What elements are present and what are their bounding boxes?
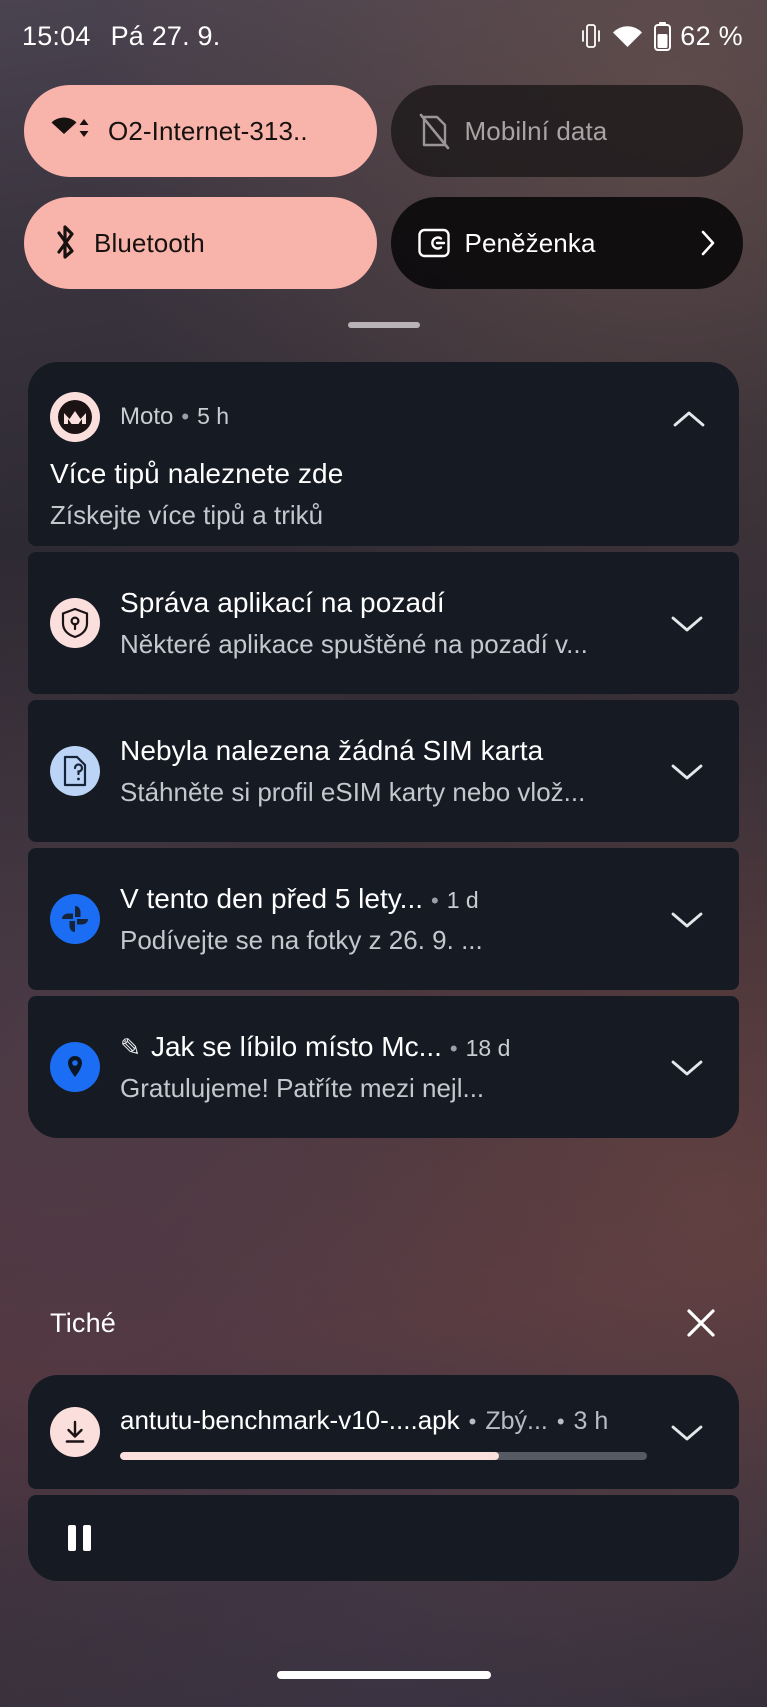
notification-text: Některé aplikace spuštěné na pozadí v...	[120, 628, 588, 659]
notification-title: Více tipů naleznete zde	[50, 458, 344, 489]
battery-percent: 62 %	[680, 20, 743, 51]
qs-tile-wifi[interactable]: O2-Internet-313..	[24, 85, 377, 177]
notification-background-apps[interactable]: Správa aplikací na pozadí Některé aplika…	[28, 552, 739, 694]
download-separator-2: •	[556, 1408, 565, 1434]
status-bar-left: 15:04 Pá 27. 9.	[22, 21, 220, 52]
vibrate-icon	[581, 22, 601, 50]
pause-icon[interactable]	[68, 1521, 104, 1555]
download-notification-group: antutu-benchmark-v10-....apk • Zbý... • …	[28, 1375, 739, 1581]
qs-tile-label-bluetooth: Bluetooth	[94, 227, 205, 258]
location-pin-icon	[50, 1042, 100, 1092]
notification-time: 1 d	[446, 886, 479, 913]
close-icon[interactable]	[675, 1297, 727, 1349]
mobile-data-off-icon	[417, 112, 451, 150]
notification-body: ✎ Jak se líbilo místo Mc... • 18 d Gratu…	[120, 1031, 555, 1104]
download-file-name: antutu-benchmark-v10-....apk	[120, 1404, 460, 1435]
download-separator-1: •	[468, 1408, 477, 1434]
notification-shade: 15:04 Pá 27. 9. 62 % O2-Internet-313.. M…	[0, 0, 767, 1707]
notification-google-photos[interactable]: V tento den před 5 lety... • 1 d Podívej…	[28, 848, 739, 990]
notification-title-row: V tento den před 5 lety... • 1 d	[120, 883, 555, 915]
chevron-down-icon[interactable]	[657, 1402, 717, 1462]
notification-download[interactable]: antutu-benchmark-v10-....apk • Zbý... • …	[28, 1375, 739, 1489]
bluetooth-icon	[50, 221, 80, 265]
notification-body: Nebyla nalezena žádná SIM karta Stáhněte…	[120, 735, 647, 808]
notification-thumbnail-couple	[569, 880, 647, 958]
wallet-icon	[417, 226, 451, 260]
battery-icon	[654, 21, 672, 51]
notification-meta: Moto • 5 h	[120, 403, 229, 431]
notification-separator: •	[181, 404, 190, 429]
notification-title: Nebyla nalezena žádná SIM karta	[120, 734, 544, 766]
shade-drag-handle[interactable]	[347, 322, 420, 328]
download-actions-row	[28, 1495, 739, 1581]
notification-header-row: Moto • 5 h	[50, 392, 717, 442]
status-bar-right: 62 %	[581, 21, 743, 52]
download-meta-line: antutu-benchmark-v10-....apk • Zbý... • …	[120, 1405, 647, 1436]
notification-separator: •	[449, 1035, 458, 1061]
download-remaining: Zbý...	[485, 1406, 548, 1435]
qs-tile-label-wifi: O2-Internet-313..	[108, 115, 308, 146]
qs-tile-label-wallet: Peněženka	[464, 227, 596, 258]
download-progress-track	[120, 1451, 647, 1460]
notification-text: Podívejte se na fotky z 26. 9. ...	[120, 924, 483, 955]
qs-tile-mobile-data[interactable]: Mobilní data	[390, 85, 743, 177]
notification-body: Správa aplikací na pozadí Některé aplika…	[120, 587, 647, 660]
motorola-icon	[50, 392, 100, 442]
shield-icon	[50, 598, 100, 648]
notification-text: Gratulujeme! Patříte mezi nejl...	[120, 1072, 485, 1103]
status-date: Pá 27. 9.	[110, 20, 221, 51]
pause-bar-left	[68, 1525, 76, 1551]
pencil-icon: ✎	[120, 1033, 141, 1062]
download-progress-fill	[120, 1451, 500, 1460]
home-gesture-pill[interactable]	[276, 1671, 491, 1679]
notification-title: Jak se líbilo místo Mc...	[150, 1030, 442, 1062]
download-time: 3 h	[573, 1406, 609, 1435]
chevron-down-icon[interactable]	[657, 741, 717, 801]
chevron-up-icon[interactable]	[659, 390, 719, 450]
qs-tile-label-mobile-data: Mobilní data	[464, 115, 608, 146]
notification-thumbnail-store	[569, 1028, 647, 1106]
shade-drag-handle-wrap	[0, 322, 767, 328]
notification-title: Správa aplikací na pozadí	[120, 586, 445, 618]
pause-bar-right	[83, 1525, 91, 1551]
notification-time: 18 d	[465, 1034, 511, 1061]
status-time: 15:04	[22, 20, 91, 51]
quick-settings-grid: O2-Internet-313.. Mobilní data Bluetooth	[0, 85, 767, 289]
notification-moto[interactable]: Moto • 5 h Více tipů naleznete zde Získe…	[28, 362, 739, 546]
chevron-down-icon[interactable]	[657, 593, 717, 653]
download-icon	[50, 1407, 100, 1457]
notification-separator: •	[431, 887, 439, 913]
status-bar: 15:04 Pá 27. 9. 62 %	[0, 0, 767, 72]
download-body: antutu-benchmark-v10-....apk • Zbý... • …	[120, 1405, 647, 1460]
wifi-icon	[612, 24, 643, 49]
chevron-down-icon[interactable]	[657, 889, 717, 949]
notification-app-name: Moto	[120, 403, 174, 430]
chevron-right-icon[interactable]	[699, 228, 717, 258]
notification-title-row: ✎ Jak se líbilo místo Mc... • 18 d	[120, 1031, 555, 1063]
wifi-icon	[50, 114, 94, 148]
notification-body: V tento den před 5 lety... • 1 d Podívej…	[120, 883, 555, 956]
chevron-down-icon[interactable]	[657, 1037, 717, 1097]
qs-tile-bluetooth[interactable]: Bluetooth	[24, 197, 377, 289]
google-photos-icon	[50, 894, 100, 944]
silent-section-title: Tiché	[50, 1307, 117, 1338]
notification-text: Stáhněte si profil eSIM karty nebo vlož.…	[120, 776, 586, 807]
notification-list: Moto • 5 h Více tipů naleznete zde Získe…	[28, 362, 739, 1138]
notification-text: Získejte více tipů a triků	[50, 500, 324, 530]
notification-title: V tento den před 5 lety...	[120, 882, 424, 914]
qs-tile-wallet[interactable]: Peněženka	[390, 197, 743, 289]
notification-time: 5 h	[197, 403, 230, 429]
notification-sim-card[interactable]: Nebyla nalezena žádná SIM karta Stáhněte…	[28, 700, 739, 842]
silent-section-header: Tiché	[50, 1297, 727, 1349]
sim-card-icon	[50, 746, 100, 796]
notification-google-maps[interactable]: ✎ Jak se líbilo místo Mc... • 18 d Gratu…	[28, 996, 739, 1138]
